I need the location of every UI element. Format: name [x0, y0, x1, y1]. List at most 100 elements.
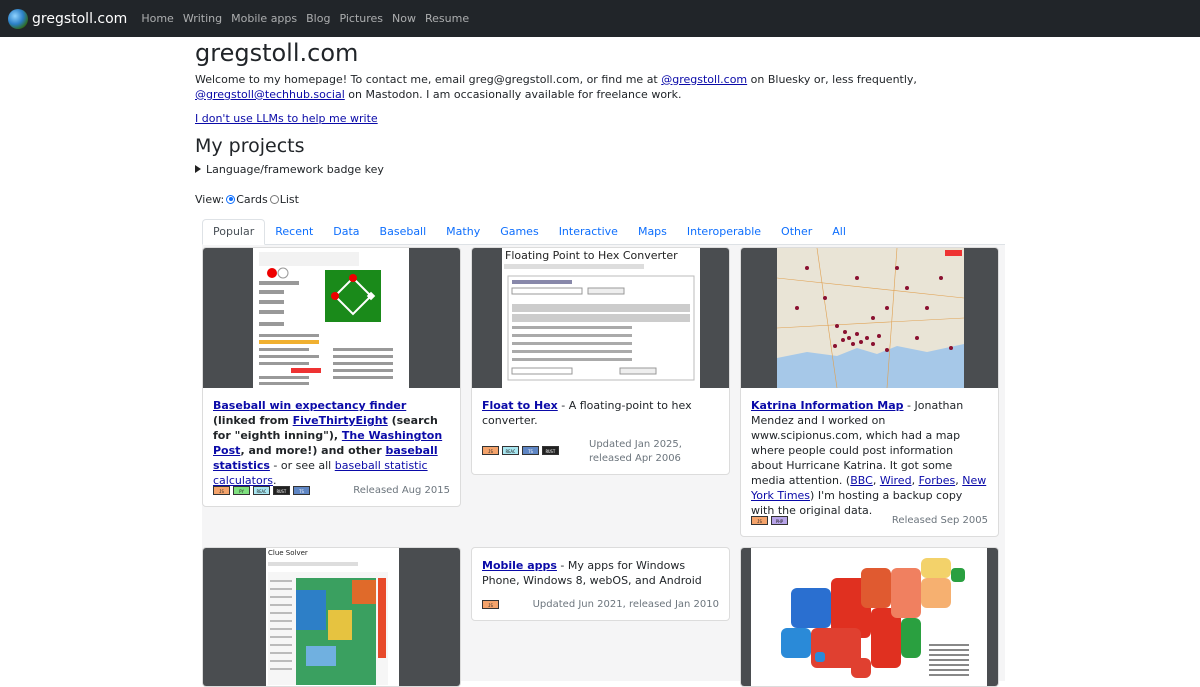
mobile-card-footer: JS Updated Jun 2021, released Jan 2010 [482, 598, 719, 612]
float-to-hex-thumbnail[interactable]: Floating Point to Hex Converter [472, 248, 729, 388]
project-card-float-to-hex: Floating Point to Hex Converter Float to… [471, 247, 730, 475]
cards-radio[interactable] [226, 194, 236, 204]
badge-rust: RUST [542, 446, 559, 455]
baseball-badges: JS PY REAC RUST TS [213, 484, 310, 495]
top-navbar: gregstoll.com Home Writing Mobile apps B… [0, 0, 1200, 37]
main-container: gregstoll.com Welcome to my homepage! To… [195, 37, 1005, 206]
no-llm-link[interactable]: I don't use LLMs to help me write [195, 112, 1005, 125]
brand-link[interactable]: gregstoll.com [8, 8, 128, 29]
nav-mobile-apps-link[interactable]: Mobile apps [231, 12, 297, 25]
mastodon-link[interactable]: @gregstoll@techhub.social [195, 88, 345, 101]
katrina-sep-2: , [911, 474, 919, 487]
hexagon-map-image [781, 558, 969, 678]
tab-interactive[interactable]: Interactive [549, 220, 628, 244]
project-card-katrina: Katrina Information Map - Jonathan Mende… [740, 247, 999, 537]
list-radio-label[interactable]: List [280, 193, 299, 206]
katrina-card-description: Katrina Information Map - Jonathan Mende… [751, 398, 988, 518]
badge-js: JS [213, 486, 230, 495]
mobile-card-description: Mobile apps - My apps for Windows Phone,… [482, 558, 719, 588]
tab-interoperable[interactable]: Interoperable [677, 220, 771, 244]
float-to-hex-link[interactable]: Float to Hex [482, 399, 558, 412]
baseball-win-expectancy-link[interactable]: Baseball win expectancy finder [213, 399, 406, 412]
nav-pictures-link[interactable]: Pictures [339, 12, 383, 25]
nav-writing-link[interactable]: Writing [183, 12, 222, 25]
projects-heading: My projects [195, 134, 305, 157]
katrina-card-footer: JS PHP Released Sep 2005 [751, 514, 988, 528]
katrina-map-image [776, 248, 965, 389]
tab-popular[interactable]: Popular [202, 219, 266, 245]
nav-now-link[interactable]: Now [392, 12, 416, 25]
project-card-election-map [740, 547, 999, 687]
baseball-released-date: Released Aug 2015 [353, 485, 450, 496]
baseball-text-3: , and more!) and other [240, 444, 386, 457]
clue-solver-thumbnail[interactable]: Clue Solver [203, 548, 460, 686]
float-card-description: Float to Hex - A floating-point to hex c… [482, 398, 719, 428]
float-card-footer: JS REAC TS RUST Updated Jan 2025, releas… [482, 438, 719, 466]
float-thumb-title: Floating Point to Hex Converter [505, 249, 678, 262]
nav-blog-link[interactable]: Blog [306, 12, 330, 25]
baseball-card-description: Baseball win expectancy finder (linked f… [213, 398, 450, 488]
view-label: View: [195, 192, 225, 206]
disclosure-triangle-icon [195, 165, 201, 174]
badge-js: JS [482, 600, 499, 609]
badge-react: REAC [502, 446, 519, 455]
tab-recent[interactable]: Recent [265, 220, 323, 244]
tab-other[interactable]: Other [771, 220, 822, 244]
baseball-screenshot-image [259, 252, 393, 385]
katrina-released-date: Released Sep 2005 [891, 515, 988, 526]
katrina-map-link[interactable]: Katrina Information Map [751, 399, 904, 412]
baseball-card-footer: JS PY REAC RUST TS Released Aug 2015 [213, 484, 450, 498]
globe-logo-icon [8, 8, 28, 29]
brand-text: gregstoll.com [32, 10, 128, 27]
badge-rust: RUST [273, 486, 290, 495]
bbc-link[interactable]: BBC [850, 474, 873, 487]
clue-thumb-title: Clue Solver [268, 549, 308, 557]
nav-resume-link[interactable]: Resume [425, 12, 469, 25]
badge-react: REAC [253, 486, 270, 495]
tab-maps[interactable]: Maps [628, 220, 677, 244]
baseball-thumbnail[interactable] [203, 248, 460, 388]
wired-link[interactable]: Wired [880, 474, 912, 487]
float-badges: JS REAC TS RUST [482, 438, 559, 455]
baseball-text-1: (linked from [213, 414, 293, 427]
tab-all[interactable]: All [822, 220, 856, 244]
tab-baseball[interactable]: Baseball [370, 220, 437, 244]
intro-text-2: on Bluesky or, less frequently, [747, 72, 917, 86]
tab-mathy[interactable]: Mathy [436, 220, 490, 244]
tab-games[interactable]: Games [490, 220, 548, 244]
mobile-released-date: Updated Jun 2021, released Jan 2010 [532, 599, 719, 610]
katrina-sep-1: , [872, 474, 880, 487]
intro-paragraph: Welcome to my homepage! To contact me, e… [195, 72, 1005, 102]
badge-js: JS [482, 446, 499, 455]
badge-key-label: Language/framework badge key [206, 162, 384, 176]
katrina-thumbnail[interactable] [741, 248, 998, 389]
nav-home-link[interactable]: Home [141, 12, 173, 25]
tab-data[interactable]: Data [323, 220, 369, 244]
badge-ts: TS [293, 486, 310, 495]
badge-js: JS [751, 516, 768, 525]
badge-php: PHP [771, 516, 788, 525]
katrina-badges: JS PHP [751, 514, 788, 525]
view-selector: View: Cards List [195, 193, 1005, 206]
election-map-thumbnail[interactable] [741, 548, 998, 686]
badge-py: PY [233, 486, 250, 495]
forbes-link[interactable]: Forbes [919, 474, 956, 487]
mobile-apps-link[interactable]: Mobile apps [482, 559, 557, 572]
intro-text-3: on Mastodon. I am occasionally available… [344, 87, 682, 101]
baseball-text-4: - or see all [269, 459, 335, 472]
project-card-clue-solver: Clue Solver [202, 547, 461, 687]
badge-key-toggle[interactable]: Language/framework badge key [195, 163, 1005, 176]
float-released-date: Updated Jan 2025, released Apr 2006 [589, 439, 682, 464]
fivethirtyeight-link[interactable]: FiveThirtyEight [293, 414, 388, 427]
clue-solver-screenshot-image [268, 562, 388, 685]
bluesky-link[interactable]: @gregstoll.com [661, 73, 747, 86]
project-card-baseball: Baseball win expectancy finder (linked f… [202, 247, 461, 507]
cards-radio-label[interactable]: Cards [236, 193, 267, 206]
float-to-hex-screenshot-image [504, 264, 695, 381]
list-radio[interactable] [269, 194, 279, 204]
projects-panel: Popular Recent Data Baseball Mathy Games… [202, 219, 1005, 687]
badge-ts: TS [522, 446, 539, 455]
intro-text-1: Welcome to my homepage! To contact me, e… [195, 72, 662, 86]
project-tabs: Popular Recent Data Baseball Mathy Games… [202, 219, 1005, 245]
page-title: gregstoll.com [195, 39, 359, 67]
